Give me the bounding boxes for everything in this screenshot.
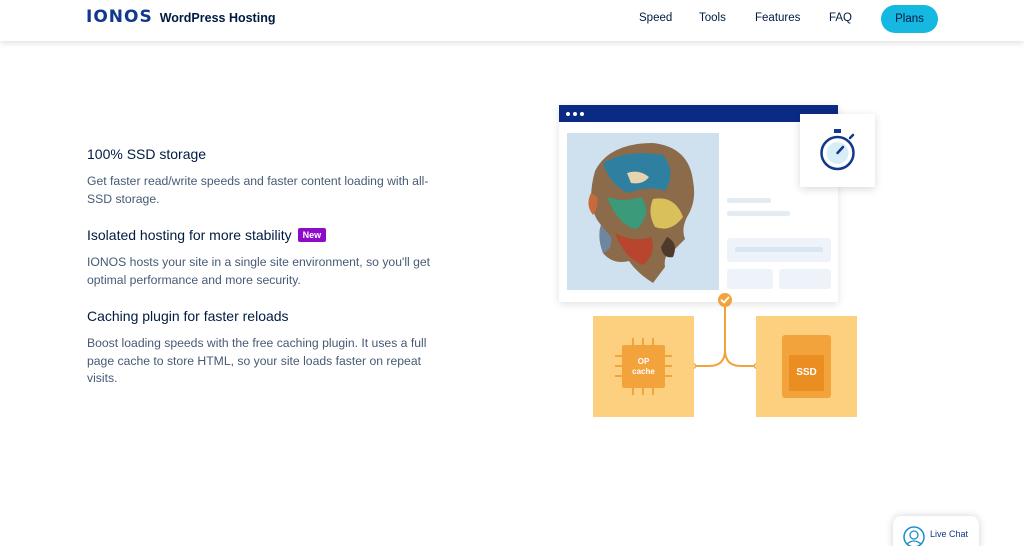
window-dot <box>566 112 570 116</box>
browser-title-bar <box>559 105 838 122</box>
placeholder-line <box>727 198 771 203</box>
ssd-label: SSD <box>796 367 817 378</box>
op-cache-card: OP cache <box>593 316 694 417</box>
window-dot <box>580 112 584 116</box>
feature-text: Boost loading speeds with the free cachi… <box>87 336 427 385</box>
product-name[interactable]: WordPress Hosting <box>160 11 276 25</box>
timer-card <box>800 114 875 187</box>
op-label: OP <box>637 357 650 366</box>
nav-features[interactable]: Features <box>755 12 800 24</box>
placeholder-line <box>735 247 823 252</box>
placeholder-box <box>779 269 831 289</box>
cache-label: cache <box>632 367 655 376</box>
plans-button[interactable]: Plans <box>881 5 938 33</box>
live-chat-label: Live Chat <box>930 529 969 539</box>
chat-agent-icon <box>903 526 925 546</box>
feature-title: Caching plugin for faster reloads <box>87 308 289 324</box>
stopwatch-icon <box>820 129 855 171</box>
ssd-card: SSD <box>756 316 857 417</box>
feature-title: Isolated hosting for more stability New <box>87 227 327 243</box>
live-chat-button[interactable]: Live Chat <box>893 516 979 546</box>
feature-title-text: Isolated hosting for more stability <box>87 227 292 243</box>
window-dot <box>573 112 577 116</box>
placeholder-line <box>727 211 790 216</box>
placeholder-box <box>727 269 773 289</box>
nav-faq[interactable]: FAQ <box>829 12 852 24</box>
hosting-illustration: OP cache SSD <box>555 100 875 425</box>
check-icon <box>718 293 732 307</box>
site-header: IONOS WordPress Hosting Speed Tools Feat… <box>0 0 1024 41</box>
feature-title: 100% SSD storage <box>87 146 207 162</box>
feature-text: Get faster read/write speeds and faster … <box>87 174 429 206</box>
sculpture-image <box>567 133 719 290</box>
feature-text: IONOS hosts your site in a single site e… <box>87 255 431 287</box>
nav-tools[interactable]: Tools <box>699 12 726 24</box>
browser-window <box>559 105 838 302</box>
ionos-logo[interactable]: IONOS <box>86 7 153 27</box>
new-badge: New <box>297 228 327 242</box>
brand[interactable]: IONOS WordPress Hosting <box>86 7 275 27</box>
nav-speed[interactable]: Speed <box>639 12 672 24</box>
placeholder-box <box>727 238 831 262</box>
